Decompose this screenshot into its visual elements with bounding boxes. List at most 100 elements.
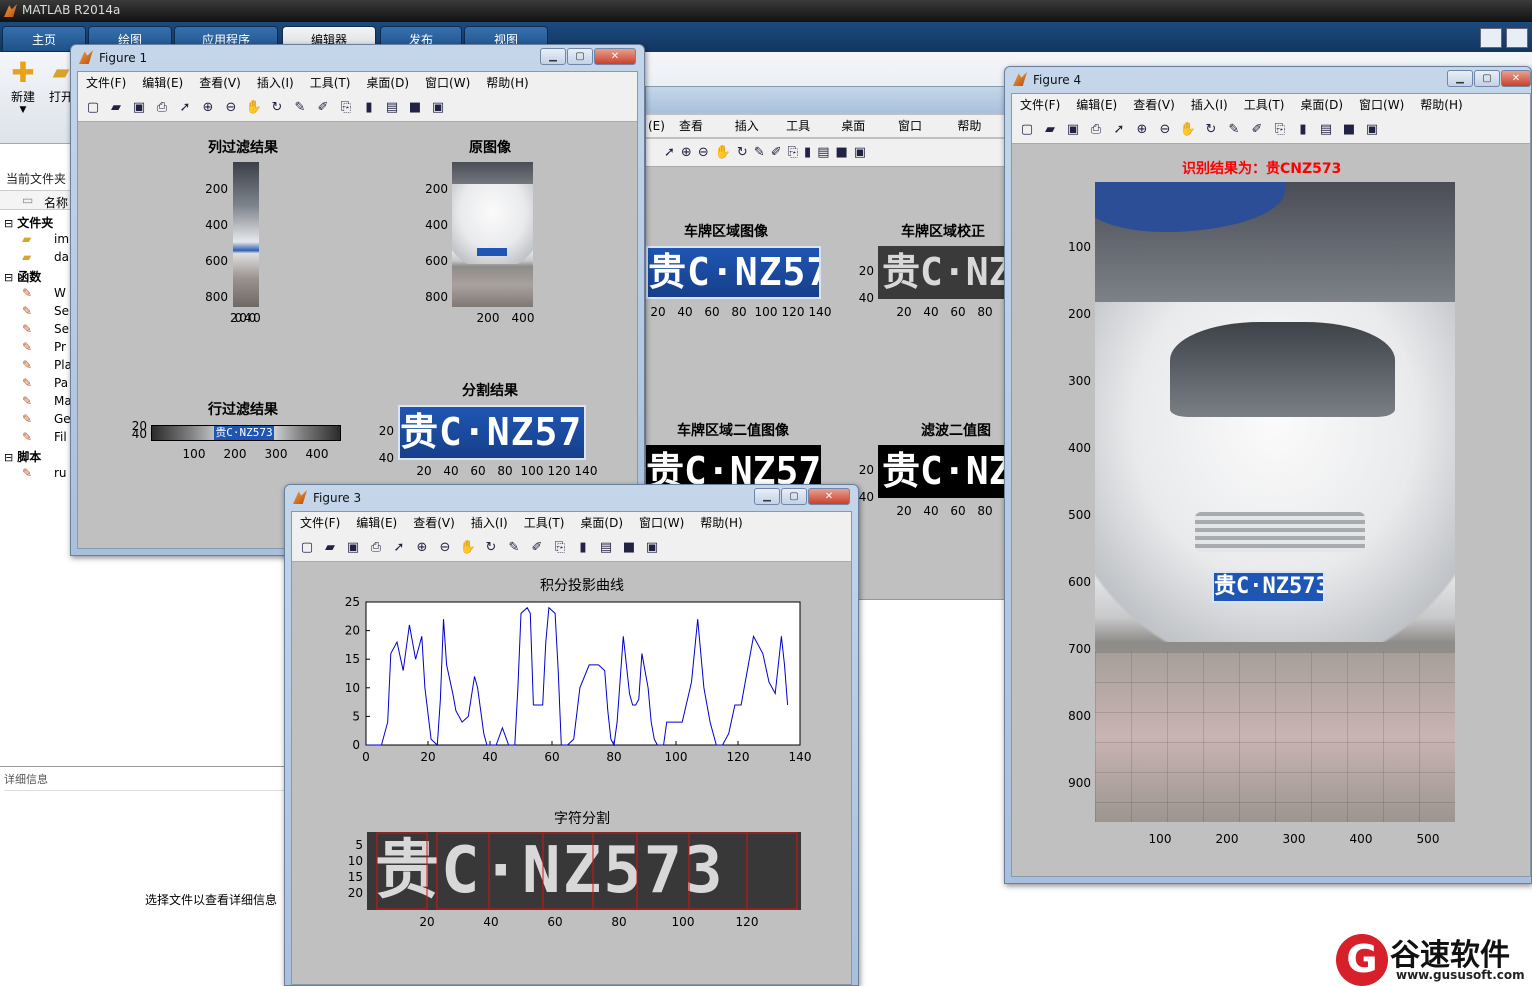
close-button[interactable]: ✕ [1501,70,1531,87]
data-cursor-icon[interactable]: ✎ [754,145,771,160]
minimize-button[interactable]: ▁ [1447,70,1473,87]
tree-item[interactable]: ✎ Se [22,304,69,322]
data-cursor-icon[interactable]: ✎ [505,539,523,557]
dock-icon[interactable]: ▣ [643,539,661,557]
menu-edit[interactable]: 编辑(E) [348,512,405,534]
menu-desktop[interactable]: 桌面(D) [833,115,890,137]
zoom-in-icon[interactable]: ⊕ [1133,121,1151,139]
pan-icon[interactable]: ✋ [459,539,477,557]
tree-item[interactable]: ✎ Pla [22,358,72,376]
minimize-ribbon-button[interactable] [1506,28,1528,48]
pointer-icon[interactable]: ➚ [176,99,194,117]
menu-file[interactable]: 文件(F) [292,512,348,534]
close-button[interactable]: ✕ [594,48,636,65]
print-icon[interactable]: ⎙ [367,539,385,557]
tree-group[interactable]: ⊟ 脚本 [4,448,41,466]
link-icon[interactable]: ⎘ [337,99,355,117]
tree-item[interactable]: ✎ Pa [22,376,68,394]
maximize-button[interactable]: ▢ [781,488,807,505]
quick-access-button[interactable] [1480,28,1502,48]
tree-item[interactable]: ✎ Fil [22,430,67,448]
menu-file[interactable]: 文件(F) [1012,94,1068,116]
brush-icon[interactable]: ✐ [1248,121,1266,139]
minimize-button[interactable]: ▁ [754,488,780,505]
menu-desktop[interactable]: 桌面(D) [572,512,631,534]
tree-item[interactable]: ▰ da [22,250,69,268]
pointer-icon[interactable]: ➚ [1110,121,1128,139]
menu-help[interactable]: 帮助(H) [692,512,750,534]
menu-tools[interactable]: 工具(T) [778,115,833,137]
menu-window[interactable]: 窗口(W) [890,115,949,137]
menu-view[interactable]: 查看(V) [405,512,463,534]
dock-icon[interactable]: ▣ [429,99,447,117]
legend-icon[interactable]: ▤ [1317,121,1335,139]
collapse-icon[interactable]: ⊟ [4,217,13,230]
minimize-button[interactable]: ▁ [540,48,566,65]
menu-insert[interactable]: 插入(I) [249,72,302,94]
menu-help[interactable]: 帮助(H) [1412,94,1470,116]
data-cursor-icon[interactable]: ✎ [1225,121,1243,139]
zoom-out-icon[interactable]: ⊖ [222,99,240,117]
menu-window[interactable]: 窗口(W) [417,72,478,94]
legend-icon[interactable]: ▤ [597,539,615,557]
colorbar-icon[interactable]: ▮ [574,539,592,557]
dock-icon[interactable]: ▣ [854,145,872,160]
pan-icon[interactable]: ✋ [1179,121,1197,139]
collapse-icon[interactable]: ⊟ [4,271,13,284]
link-icon[interactable]: ⎘ [788,145,804,160]
brush-icon[interactable]: ✐ [771,145,788,160]
hide-tools-icon[interactable]: ■ [835,145,853,160]
menu-insert[interactable]: 插入(I) [463,512,516,534]
menu-tools[interactable]: 工具(T) [1236,94,1293,116]
colorbar-icon[interactable]: ▮ [360,99,378,117]
close-button[interactable]: ✕ [808,488,850,505]
pan-icon[interactable]: ✋ [715,145,737,160]
data-cursor-icon[interactable]: ✎ [291,99,309,117]
zoom-out-icon[interactable]: ⊖ [698,145,715,160]
menu-edit[interactable]: 编辑(E) [1068,94,1125,116]
menu-help[interactable]: 帮助(H) [478,72,536,94]
rotate-icon[interactable]: ↻ [737,145,754,160]
pointer-icon[interactable]: ➚ [390,539,408,557]
print-icon[interactable]: ⎙ [153,99,171,117]
rotate-icon[interactable]: ↻ [482,539,500,557]
zoom-in-icon[interactable]: ⊕ [681,145,698,160]
tree-item[interactable]: ✎ Se [22,322,69,340]
rotate-icon[interactable]: ↻ [268,99,286,117]
menu-insert[interactable]: 插入(I) [727,115,778,137]
new-figure-icon[interactable]: ▢ [84,99,102,117]
link-icon[interactable]: ⎘ [551,539,569,557]
zoom-out-icon[interactable]: ⊖ [1156,121,1174,139]
tree-item[interactable]: ✎ Ge [22,412,71,430]
tree-item[interactable]: ✎ ru [22,466,67,484]
menu-window[interactable]: 窗口(W) [1351,94,1412,116]
menu-file[interactable]: 文件(F) [78,72,134,94]
collapse-icon[interactable]: ⊟ [4,451,13,464]
brush-icon[interactable]: ✐ [528,539,546,557]
menu-view[interactable]: 查看(V) [191,72,249,94]
legend-icon[interactable]: ▤ [383,99,401,117]
new-figure-icon[interactable]: ▢ [298,539,316,557]
menu-window[interactable]: 窗口(W) [631,512,692,534]
menu-edit[interactable]: (E) [646,115,671,137]
menu-edit[interactable]: 编辑(E) [134,72,191,94]
open-file-icon[interactable]: ▰ [1041,121,1059,139]
hide-tools-icon[interactable]: ■ [406,99,424,117]
zoom-out-icon[interactable]: ⊖ [436,539,454,557]
zoom-in-icon[interactable]: ⊕ [199,99,217,117]
maximize-button[interactable]: ▢ [567,48,593,65]
menu-insert[interactable]: 插入(I) [1183,94,1236,116]
tree-group[interactable]: ⊟ 函数 [4,268,41,286]
zoom-in-icon[interactable]: ⊕ [413,539,431,557]
maximize-button[interactable]: ▢ [1474,70,1500,87]
legend-icon[interactable]: ▤ [817,145,835,160]
open-file-icon[interactable]: ▰ [107,99,125,117]
tree-item[interactable]: ▰ im [22,232,69,250]
menu-desktop[interactable]: 桌面(D) [358,72,417,94]
save-icon[interactable]: ▣ [344,539,362,557]
new-button[interactable]: ✚ 新建 ▼ [6,58,40,122]
menu-view[interactable]: 查看(V) [671,115,727,137]
dock-icon[interactable]: ▣ [1363,121,1381,139]
new-figure-icon[interactable]: ▢ [1018,121,1036,139]
rotate-icon[interactable]: ↻ [1202,121,1220,139]
